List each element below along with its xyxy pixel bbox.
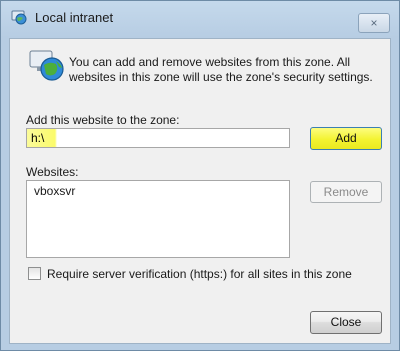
window-title: Local intranet — [35, 10, 114, 25]
require-https-label[interactable]: Require server verification (https:) for… — [47, 267, 352, 281]
website-input[interactable] — [26, 128, 290, 148]
zone-info-text: You can add and remove websites from thi… — [69, 55, 373, 84]
intranet-globe-icon — [11, 10, 27, 25]
close-button[interactable]: Close — [310, 311, 382, 334]
remove-button[interactable]: Remove — [310, 181, 382, 203]
dialog-body: You can add and remove websites from thi… — [9, 38, 391, 344]
require-https-checkbox[interactable] — [28, 267, 41, 280]
websites-label: Websites: — [26, 165, 79, 179]
title-bar[interactable]: Local intranet × — [1, 1, 399, 33]
list-item[interactable]: vboxsvr — [34, 184, 75, 198]
globe-network-icon — [29, 50, 64, 81]
add-website-label: Add this website to the zone: — [26, 113, 180, 127]
add-button[interactable]: Add — [310, 127, 382, 150]
websites-list[interactable]: vboxsvr — [26, 180, 290, 258]
dialog-window: Local intranet × You can add and remove … — [0, 0, 400, 351]
close-window-button[interactable]: × — [358, 13, 390, 33]
